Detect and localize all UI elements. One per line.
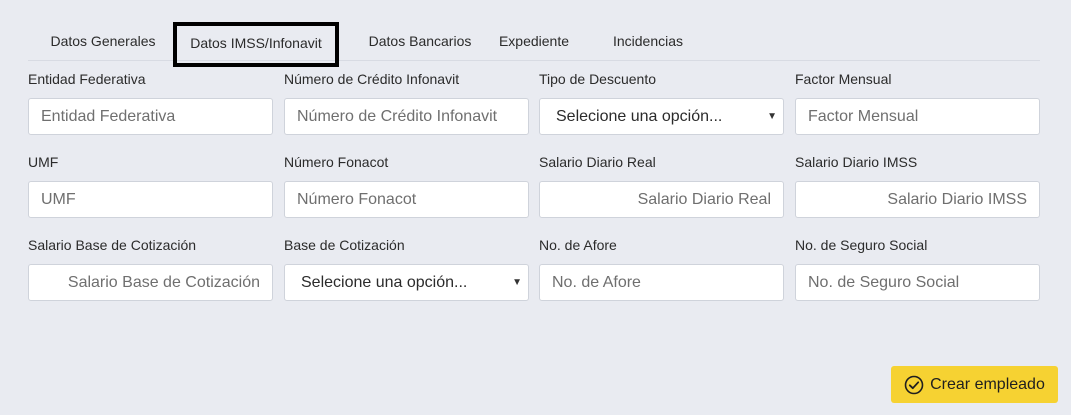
umf-label: UMF — [28, 154, 59, 170]
caret-down-icon: ▼ — [767, 111, 777, 122]
salario-diario-imss-input[interactable] — [795, 181, 1040, 218]
caret-down-icon: ▼ — [512, 277, 522, 288]
tab-bar: Datos Generales Datos IMSS/Infonavit Dat… — [28, 20, 1040, 67]
tab-incidencias[interactable]: Incidencias — [594, 20, 702, 60]
entidad-federativa-label: Entidad Federativa — [28, 71, 146, 87]
tab-expediente[interactable]: Expediente — [486, 20, 582, 60]
salario-diario-imss-label: Salario Diario IMSS — [795, 154, 918, 170]
credito-infonavit-input[interactable] — [284, 98, 529, 135]
check-circle-icon — [904, 375, 924, 394]
seguro-social-label: No. de Seguro Social — [795, 237, 928, 253]
factor-mensual-label: Factor Mensual — [795, 71, 892, 87]
tab-datos-generales[interactable]: Datos Generales — [34, 20, 172, 60]
tab-datos-imss-infonavit[interactable]: Datos IMSS/Infonavit — [173, 22, 339, 67]
tab-datos-bancarios[interactable]: Datos Bancarios — [346, 20, 494, 60]
afore-label: No. de Afore — [539, 237, 617, 253]
afore-input[interactable] — [539, 264, 784, 301]
numero-fonacot-input[interactable] — [284, 181, 529, 218]
salario-base-cotizacion-label: Salario Base de Cotización — [28, 237, 197, 253]
create-employee-button[interactable]: Crear empleado — [891, 366, 1058, 403]
create-employee-label: Crear empleado — [930, 375, 1045, 393]
tipo-descuento-select[interactable]: Selecione una opción... ▼ — [539, 98, 784, 135]
base-cotizacion-value: Selecione una opción... — [301, 274, 468, 291]
salario-diario-real-input[interactable] — [539, 181, 784, 218]
tipo-descuento-label: Tipo de Descuento — [539, 71, 656, 87]
umf-input[interactable] — [28, 181, 273, 218]
credito-infonavit-label: Número de Crédito Infonavit — [284, 71, 460, 87]
base-cotizacion-select[interactable]: Selecione una opción... ▼ — [284, 264, 529, 301]
salario-diario-real-label: Salario Diario Real — [539, 154, 656, 170]
seguro-social-input[interactable] — [795, 264, 1040, 301]
numero-fonacot-label: Número Fonacot — [284, 154, 389, 170]
factor-mensual-input[interactable] — [795, 98, 1040, 135]
salario-base-cotizacion-input[interactable] — [28, 264, 273, 301]
entidad-federativa-input[interactable] — [28, 98, 273, 135]
tipo-descuento-value: Selecione una opción... — [556, 108, 723, 125]
base-cotizacion-label: Base de Cotización — [284, 237, 405, 253]
